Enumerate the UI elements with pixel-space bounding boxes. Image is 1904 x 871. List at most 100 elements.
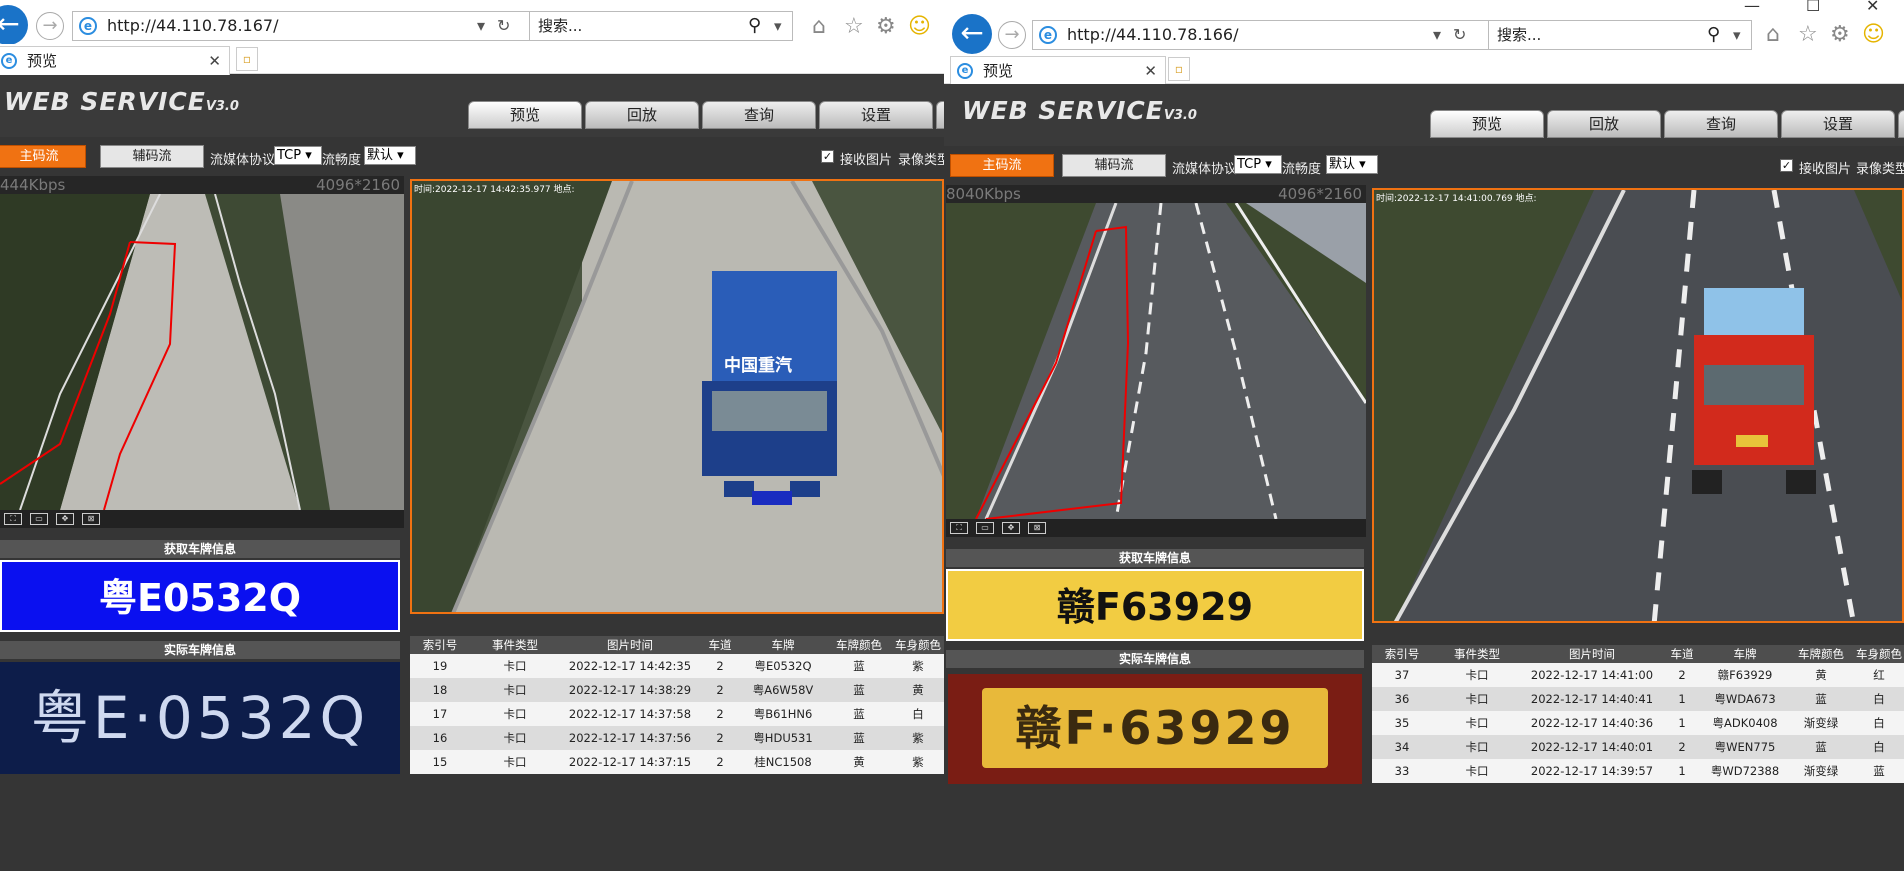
browser-tab-active[interactable]: e 预览 ✕: [950, 56, 1166, 86]
new-tab-icon[interactable]: ▫: [1168, 57, 1190, 81]
table-cell: 卡口: [503, 659, 527, 673]
live-video-scene: [0, 194, 404, 510]
fullscreen-icon[interactable]: ⛶: [4, 513, 22, 525]
ptz-icon[interactable]: ✥: [1002, 522, 1020, 534]
close-window-icon[interactable]: ✕: [1866, 0, 1879, 15]
protocol-select[interactable]: TCP ▾: [1234, 155, 1282, 174]
table-cell: 1: [1678, 764, 1686, 778]
search-input[interactable]: 搜索... ⚲ ▾: [1488, 20, 1752, 50]
gear-icon[interactable]: ⚙: [1830, 22, 1850, 47]
star-icon[interactable]: ☆: [1798, 22, 1818, 47]
search-placeholder: 搜索...: [538, 17, 583, 35]
home-icon[interactable]: ⌂: [1766, 22, 1780, 47]
table-row[interactable]: 16 卡口 2022-12-17 14:37:56 2 粤HDU531 蓝 紫: [410, 726, 944, 750]
table-row[interactable]: 34 卡口 2022-12-17 14:40:01 2 粤WEN775 蓝 白: [1372, 735, 1904, 759]
fullscreen-icon[interactable]: ⛶: [950, 522, 968, 534]
address-bar[interactable]: e http://44.110.78.166/ ▾ ↻: [1032, 20, 1490, 50]
display-icon[interactable]: ▭: [30, 513, 48, 525]
browser-tab-active[interactable]: e 预览 ✕: [0, 46, 230, 76]
table-cell: 2022-12-17 14:40:01: [1530, 740, 1654, 754]
snapshot-image[interactable]: 时间:2022-12-17 14:41:00.769 地点:: [1372, 188, 1904, 623]
protocol-select[interactable]: TCP ▾: [274, 146, 322, 165]
tab-playback[interactable]: 回放: [585, 101, 699, 129]
actual-plate-title: 实际车牌信息: [946, 650, 1364, 668]
record-type-label: 录像类型: [898, 153, 944, 168]
tab-query[interactable]: 查询: [1664, 110, 1778, 138]
snapshot-image[interactable]: 中国重汽 时间:2022-12-17 14:42:35.977 地点:: [410, 179, 944, 614]
main-stream-button[interactable]: 主码流: [950, 154, 1054, 177]
recognized-plate: 赣F63929: [946, 569, 1364, 641]
new-tab-icon[interactable]: ▫: [236, 47, 258, 71]
table-cell: 2: [716, 707, 724, 721]
live-video[interactable]: [946, 203, 1366, 519]
gear-icon[interactable]: ⚙: [876, 14, 896, 39]
sub-stream-button[interactable]: 辅码流: [100, 145, 204, 168]
chevron-down-icon[interactable]: ▾: [1733, 21, 1741, 49]
chevron-down-icon[interactable]: ▾: [477, 12, 485, 40]
zoom-icon[interactable]: ⊠: [82, 513, 100, 525]
smiley-icon[interactable]: ☺: [908, 14, 931, 39]
table-row[interactable]: 19 卡口 2022-12-17 14:42:35 2 粤E0532Q 蓝 紫: [410, 654, 944, 678]
address-bar[interactable]: e http://44.110.78.167/ ▾ ↻: [72, 11, 534, 41]
star-icon[interactable]: ☆: [844, 14, 864, 39]
fluency-select[interactable]: 默认 ▾: [1326, 155, 1378, 174]
live-video[interactable]: [0, 194, 404, 510]
table-row[interactable]: 33 卡口 2022-12-17 14:39:57 1 粤WD72388 渐变绿 蓝: [1372, 759, 1904, 783]
search-placeholder: 搜索...: [1497, 26, 1542, 44]
table-row[interactable]: 35 卡口 2022-12-17 14:40:36 1 粤ADK0408 渐变绿 白: [1372, 711, 1904, 735]
ie-logo-icon: e: [957, 63, 973, 79]
table-row[interactable]: 36 卡口 2022-12-17 14:40:41 1 粤WDA673 蓝 白: [1372, 687, 1904, 711]
table-row[interactable]: 37 卡口 2022-12-17 14:41:00 2 赣F63929 黄 红: [1372, 663, 1904, 687]
table-cell: 2022-12-17 14:39:57: [1530, 764, 1654, 778]
close-icon[interactable]: ✕: [1144, 57, 1157, 85]
plate-info-title: 获取车牌信息: [946, 549, 1364, 567]
back-arrow-icon[interactable]: ←: [0, 5, 28, 45]
table-header: 索引号 事件类型 图片时间 车道 车牌 车牌颜色 车身颜色: [410, 636, 944, 654]
receive-image-checkbox[interactable]: ✓: [1780, 159, 1793, 172]
refresh-icon[interactable]: ↻: [1453, 21, 1466, 49]
close-icon[interactable]: ✕: [208, 47, 221, 75]
tab-overflow[interactable]: [936, 101, 944, 129]
snapshot-scene: [1374, 190, 1902, 621]
tab-preview[interactable]: 预览: [468, 101, 582, 129]
table-row[interactable]: 17 卡口 2022-12-17 14:37:58 2 粤B61HN6 蓝 白: [410, 702, 944, 726]
search-icon[interactable]: ⚲: [1707, 21, 1720, 49]
minimize-icon[interactable]: —: [1744, 0, 1760, 15]
tab-overflow[interactable]: [1898, 110, 1904, 138]
chevron-down-icon[interactable]: ▾: [1433, 21, 1441, 49]
fluency-select[interactable]: 默认 ▾: [364, 146, 416, 165]
tab-settings[interactable]: 设置: [819, 101, 933, 129]
forward-arrow-icon[interactable]: →: [998, 21, 1026, 49]
table-row[interactable]: 15 卡口 2022-12-17 14:37:15 2 桂NC1508 黄 紫: [410, 750, 944, 774]
maximize-icon[interactable]: ☐: [1806, 0, 1820, 15]
home-icon[interactable]: ⌂: [812, 14, 826, 39]
forward-arrow-icon[interactable]: →: [36, 12, 64, 40]
ptz-icon[interactable]: ✥: [56, 513, 74, 525]
col-time: 图片时间: [607, 638, 653, 652]
display-icon[interactable]: ▭: [976, 522, 994, 534]
search-input[interactable]: 搜索... ⚲ ▾: [529, 11, 793, 41]
table-cell: 蓝: [1815, 692, 1827, 706]
chevron-down-icon[interactable]: ▾: [774, 12, 782, 40]
main-stream-button[interactable]: 主码流: [0, 145, 86, 168]
tab-playback[interactable]: 回放: [1547, 110, 1661, 138]
receive-image-checkbox[interactable]: ✓: [821, 150, 834, 163]
back-arrow-icon[interactable]: ←: [952, 14, 992, 54]
table-cell: 卡口: [503, 731, 527, 745]
tab-preview[interactable]: 预览: [1430, 110, 1544, 138]
app-header: WEB SERVICEV3.0 预览 回放 查询 设置: [0, 75, 944, 137]
table-cell: 卡口: [503, 755, 527, 769]
table-row[interactable]: 18 卡口 2022-12-17 14:38:29 2 粤A6W58V 蓝 黄: [410, 678, 944, 702]
tab-settings[interactable]: 设置: [1781, 110, 1895, 138]
sub-stream-button[interactable]: 辅码流: [1062, 154, 1166, 177]
snapshot-scene: 中国重汽: [412, 181, 942, 612]
zoom-icon[interactable]: ⊠: [1028, 522, 1046, 534]
refresh-icon[interactable]: ↻: [497, 12, 510, 40]
col-plate: 车牌: [771, 638, 795, 652]
smiley-icon[interactable]: ☺: [1862, 22, 1885, 47]
col-plate-color: 车牌颜色: [1798, 647, 1844, 661]
table-cell: 34: [1394, 740, 1410, 754]
ie-logo-icon: e: [1039, 26, 1057, 44]
search-icon[interactable]: ⚲: [748, 12, 761, 40]
tab-query[interactable]: 查询: [702, 101, 816, 129]
